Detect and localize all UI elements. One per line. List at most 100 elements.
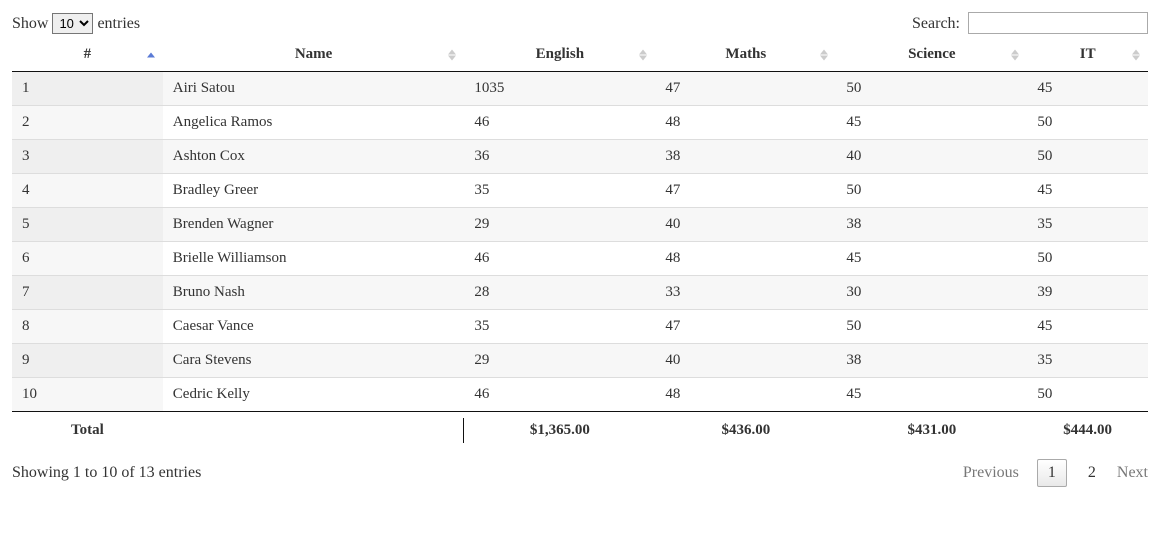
cell-english: 46 [464,106,655,140]
cell-maths: 40 [655,208,836,242]
footer-science: $431.00 [836,412,1027,450]
cell-name: Angelica Ramos [163,106,465,140]
cell-maths: 40 [655,344,836,378]
cell-it: 35 [1027,208,1148,242]
cell-it: 45 [1027,174,1148,208]
cell-science: 50 [836,72,1027,106]
length-control: Show 10 entries [12,13,140,34]
col-header-english[interactable]: English [464,38,655,72]
col-header-label: English [536,46,584,62]
cell-maths: 48 [655,242,836,276]
col-header-index[interactable]: # [12,38,163,72]
table-row: 5Brenden Wagner29403835 [12,208,1148,242]
table-row: 9Cara Stevens29403835 [12,344,1148,378]
cell-idx: 2 [12,106,163,140]
cell-maths: 48 [655,378,836,412]
cell-it: 50 [1027,242,1148,276]
cell-name: Bruno Nash [163,276,465,310]
cell-science: 45 [836,106,1027,140]
cell-it: 45 [1027,72,1148,106]
cell-science: 38 [836,208,1027,242]
table-row: 2Angelica Ramos46484550 [12,106,1148,140]
cell-name: Ashton Cox [163,140,465,174]
cell-it: 35 [1027,344,1148,378]
cell-english: 29 [464,344,655,378]
cell-maths: 47 [655,310,836,344]
cell-science: 45 [836,378,1027,412]
cell-english: 46 [464,242,655,276]
cell-idx: 7 [12,276,163,310]
cell-maths: 47 [655,72,836,106]
cell-name: Bradley Greer [163,174,465,208]
cell-name: Brielle Williamson [163,242,465,276]
cell-idx: 3 [12,140,163,174]
col-header-label: Name [295,46,333,62]
cell-idx: 4 [12,174,163,208]
cell-english: 35 [464,174,655,208]
cell-idx: 9 [12,344,163,378]
show-label: Show [12,15,48,32]
footer-it: $444.00 [1027,412,1148,450]
cell-science: 50 [836,174,1027,208]
col-header-maths[interactable]: Maths [655,38,836,72]
cell-maths: 38 [655,140,836,174]
cell-it: 50 [1027,140,1148,174]
col-header-label: # [84,46,92,62]
col-header-science[interactable]: Science [836,38,1027,72]
cell-name: Cedric Kelly [163,378,465,412]
footer-english: $1,365.00 [464,412,655,450]
cell-idx: 6 [12,242,163,276]
cell-idx: 5 [12,208,163,242]
cell-english: 36 [464,140,655,174]
sort-icon [448,49,456,60]
cell-name: Caesar Vance [163,310,465,344]
cell-science: 40 [836,140,1027,174]
page-number[interactable]: 1 [1037,459,1067,487]
previous-button[interactable]: Previous [963,464,1019,482]
table-row: 6Brielle Williamson46484550 [12,242,1148,276]
sort-icon [1132,49,1140,60]
col-header-label: Science [908,46,955,62]
table-row: 4Bradley Greer35475045 [12,174,1148,208]
cell-maths: 33 [655,276,836,310]
page-length-select[interactable]: 10 [52,13,93,34]
sort-icon [1011,49,1019,60]
cell-idx: 8 [12,310,163,344]
search-label: Search: [912,15,960,32]
cell-science: 30 [836,276,1027,310]
pagination: Previous 12 Next [963,459,1148,487]
cell-it: 45 [1027,310,1148,344]
cell-english: 28 [464,276,655,310]
cell-name: Airi Satou [163,72,465,106]
sort-icon [820,49,828,60]
table-info: Showing 1 to 10 of 13 entries [12,464,201,482]
data-table: # Name English Maths Science IT [12,38,1148,449]
sort-asc-icon [147,52,155,57]
table-row: 1Airi Satou1035475045 [12,72,1148,106]
page-number[interactable]: 2 [1085,464,1099,482]
cell-name: Cara Stevens [163,344,465,378]
search-control: Search: [912,12,1148,34]
cell-name: Brenden Wagner [163,208,465,242]
cell-english: 46 [464,378,655,412]
sort-icon [639,49,647,60]
table-row: 10Cedric Kelly46484550 [12,378,1148,412]
footer-total-label: Total [12,412,163,450]
cell-maths: 48 [655,106,836,140]
cell-idx: 10 [12,378,163,412]
cell-idx: 1 [12,72,163,106]
col-header-name[interactable]: Name [163,38,465,72]
cell-english: 29 [464,208,655,242]
table-row: 3Ashton Cox36384050 [12,140,1148,174]
next-button[interactable]: Next [1117,464,1148,482]
footer-divider [163,412,465,450]
table-row: 7Bruno Nash28333039 [12,276,1148,310]
col-header-it[interactable]: IT [1027,38,1148,72]
search-input[interactable] [968,12,1148,34]
cell-english: 1035 [464,72,655,106]
cell-science: 45 [836,242,1027,276]
cell-it: 50 [1027,106,1148,140]
table-row: 8Caesar Vance35475045 [12,310,1148,344]
entries-label: entries [97,15,140,32]
footer-maths: $436.00 [655,412,836,450]
